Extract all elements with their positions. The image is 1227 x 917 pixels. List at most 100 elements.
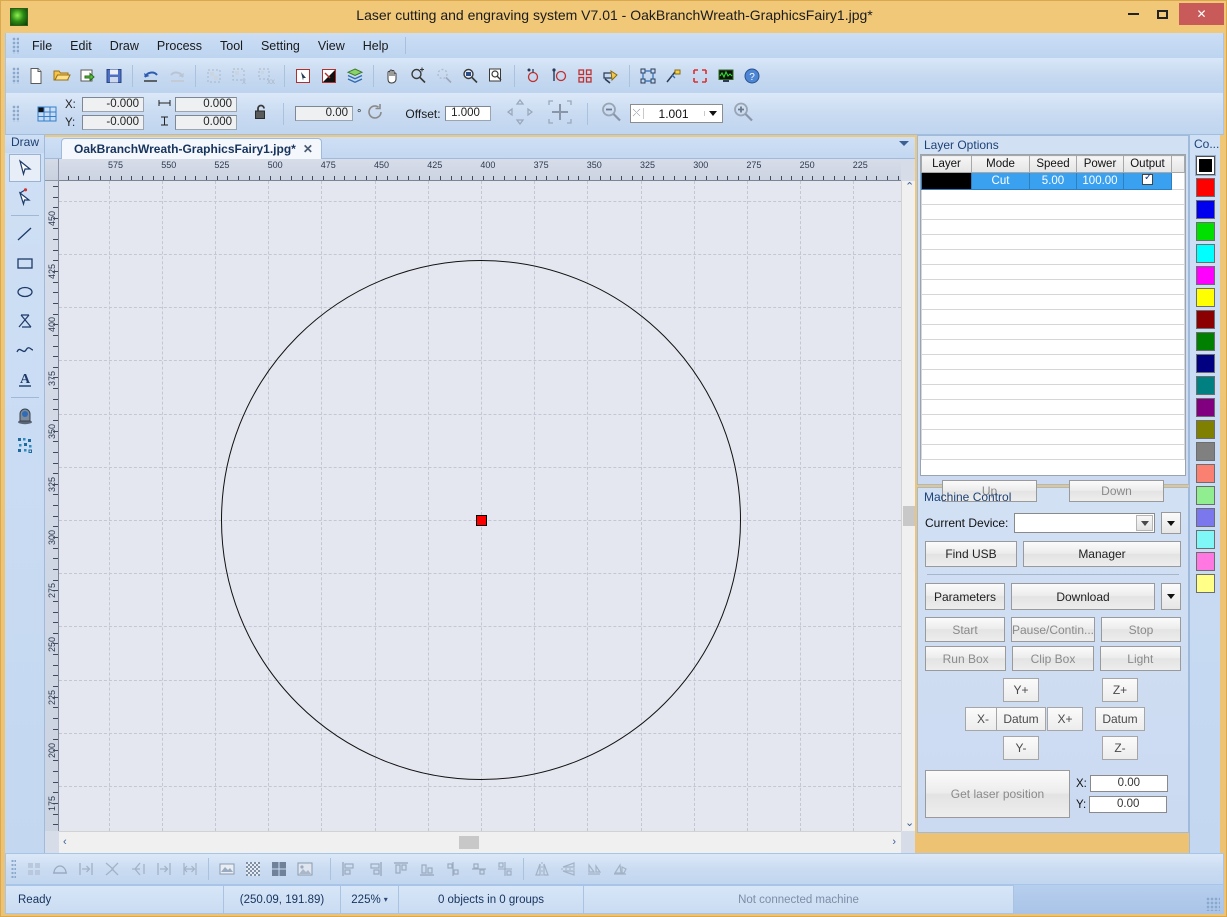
ellipse-tool[interactable] — [9, 278, 41, 306]
array-copy-icon[interactable] — [572, 63, 598, 89]
menu-tool[interactable]: Tool — [211, 36, 252, 56]
line-tool[interactable] — [9, 220, 41, 248]
color-swatch[interactable] — [1195, 156, 1215, 175]
align-center-both-icon[interactable] — [492, 856, 518, 882]
start-node-icon[interactable] — [73, 856, 99, 882]
vertical-scrollbar[interactable]: ⌃ ⌄ — [901, 181, 915, 831]
mirror-arrows-icon[interactable] — [505, 97, 535, 130]
device-menu-button[interactable] — [1161, 512, 1181, 534]
table-row[interactable] — [921, 189, 1185, 205]
rotate-icon[interactable] — [365, 102, 385, 125]
image-frame-icon[interactable] — [292, 856, 318, 882]
color-swatch[interactable] — [1195, 552, 1215, 571]
find-usb-button[interactable]: Find USB — [925, 541, 1017, 567]
maximize-button[interactable] — [1148, 3, 1177, 25]
y-input[interactable]: -0.000 — [82, 115, 144, 130]
color-swatch[interactable] — [1195, 530, 1215, 549]
jog-x-plus-button[interactable]: X+ — [1047, 707, 1083, 731]
zoom-in-icon[interactable] — [731, 100, 755, 127]
center-align-icon[interactable] — [545, 97, 575, 130]
offset-right-icon[interactable] — [151, 856, 177, 882]
horizontal-ruler[interactable]: 575 550 525 500 475 450 425 400 375 350 325 300 275 2… — [59, 159, 901, 181]
jog-z-minus-button[interactable]: Z- — [1102, 736, 1138, 760]
layer-power[interactable]: 100.00 — [1076, 172, 1124, 190]
mirror-vertical-icon[interactable] — [555, 856, 581, 882]
menu-setting[interactable]: Setting — [252, 36, 309, 56]
menubar-grip[interactable] — [12, 37, 19, 54]
menu-help[interactable]: Help — [354, 36, 398, 56]
cut-sequence-icon[interactable] — [661, 63, 687, 89]
chevron-up-icon[interactable]: ⌃ — [905, 180, 914, 193]
open-folder-icon[interactable] — [49, 63, 75, 89]
manager-button[interactable]: Manager — [1023, 541, 1181, 567]
layer-output[interactable] — [1123, 172, 1172, 190]
menu-draw[interactable]: Draw — [101, 36, 148, 56]
current-device-combo[interactable] — [1014, 513, 1155, 533]
offset-split-icon[interactable] — [177, 856, 203, 882]
angle-input[interactable]: 0.00 — [295, 106, 353, 121]
start-button[interactable]: Start — [925, 617, 1005, 642]
height-input[interactable]: 0.000 — [175, 115, 237, 130]
preview-monitor-icon[interactable] — [713, 63, 739, 89]
table-row[interactable] — [921, 219, 1185, 235]
table-row[interactable] — [921, 429, 1185, 445]
jog-z-plus-button[interactable]: Z+ — [1102, 678, 1138, 702]
color-swatch[interactable] — [1195, 178, 1215, 197]
new-file-icon[interactable] — [23, 63, 49, 89]
clip-box-button[interactable]: Clip Box — [1012, 646, 1094, 671]
vertical-scroll-thumb[interactable] — [903, 506, 915, 526]
table-row[interactable] — [921, 444, 1185, 460]
table-row[interactable] — [921, 324, 1185, 340]
close-tab-icon[interactable]: ✕ — [303, 142, 313, 156]
download-menu-button[interactable] — [1161, 583, 1181, 610]
align-left-icon[interactable] — [336, 856, 362, 882]
chevron-right-icon[interactable]: › — [892, 836, 896, 848]
layer-color-swatch[interactable] — [921, 172, 972, 190]
color-swatch[interactable] — [1195, 288, 1215, 307]
horizontal-scroll-thumb[interactable] — [459, 836, 479, 849]
minimize-button[interactable] — [1119, 3, 1148, 25]
color-swatch[interactable] — [1195, 244, 1215, 263]
save-icon[interactable] — [101, 63, 127, 89]
layer-speed[interactable]: 5.00 — [1029, 172, 1077, 190]
mirror-horizontal-icon[interactable] — [529, 856, 555, 882]
align-right-icon[interactable] — [362, 856, 388, 882]
jog-datum-xy-button[interactable]: Datum — [996, 707, 1046, 731]
bottom-toolbar-grip[interactable] — [11, 859, 16, 879]
resize-grip-icon[interactable] — [1206, 897, 1220, 911]
table-row[interactable] — [921, 354, 1185, 370]
table-row[interactable] — [921, 204, 1185, 220]
start-point-icon[interactable] — [520, 63, 546, 89]
scale-input[interactable]: 1.001 — [644, 107, 704, 121]
color-swatch[interactable] — [1195, 398, 1215, 417]
output-checkbox[interactable] — [1142, 172, 1153, 185]
menu-process[interactable]: Process — [148, 36, 211, 56]
ungroup-all-icon[interactable]: xx — [253, 63, 279, 89]
parameters-button[interactable]: Parameters — [925, 583, 1005, 610]
align-center-horizontal-icon[interactable] — [466, 856, 492, 882]
color-swatch[interactable] — [1195, 508, 1215, 527]
curve-tool[interactable] — [9, 336, 41, 364]
chevron-down-icon[interactable] — [1136, 515, 1153, 531]
origin-grid-icon[interactable] — [37, 104, 57, 124]
chevron-down-icon[interactable] — [899, 141, 909, 146]
table-row[interactable] — [921, 264, 1185, 280]
bounding-box-icon[interactable] — [687, 63, 713, 89]
dither-bitmap-icon[interactable] — [240, 856, 266, 882]
node-edit-tool[interactable] — [9, 183, 41, 211]
path-optimize-icon[interactable] — [635, 63, 661, 89]
merge-cross-icon[interactable] — [125, 856, 151, 882]
close-button[interactable]: ✕ — [1179, 3, 1224, 25]
weld-shapes-icon[interactable] — [47, 856, 73, 882]
align-grid-icon[interactable] — [21, 856, 47, 882]
jog-datum-z-button[interactable]: Datum — [1095, 707, 1145, 731]
run-box-button[interactable]: Run Box — [925, 646, 1007, 671]
path-direction-icon[interactable] — [546, 63, 572, 89]
distribute-horizontal-icon[interactable] — [581, 856, 607, 882]
color-swatch[interactable] — [1195, 464, 1215, 483]
color-swatch[interactable] — [1195, 442, 1215, 461]
origin-marker[interactable] — [476, 515, 487, 526]
color-swatch[interactable] — [1195, 222, 1215, 241]
table-row[interactable] — [921, 249, 1185, 265]
offset-input[interactable]: 1.000 — [444, 106, 491, 121]
